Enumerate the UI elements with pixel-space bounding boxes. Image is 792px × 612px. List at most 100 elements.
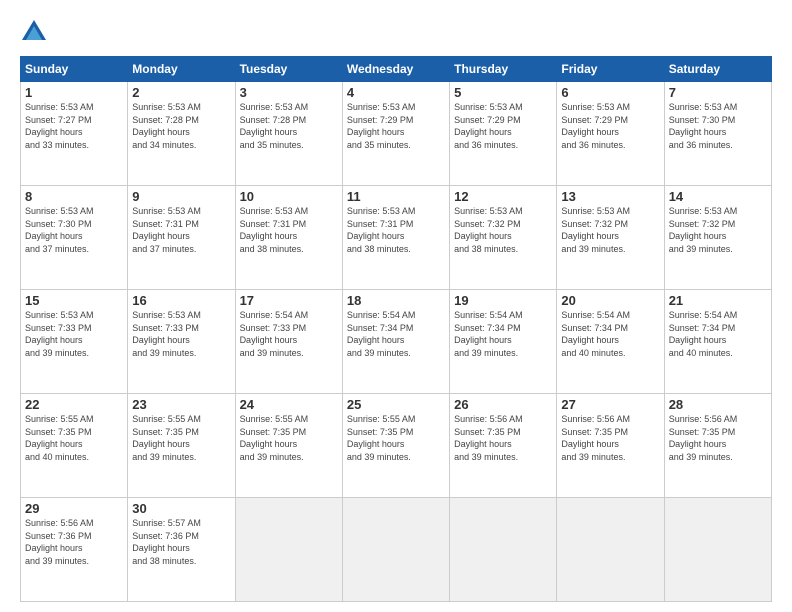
day-number: 5 xyxy=(454,85,552,100)
calendar-cell xyxy=(450,498,557,602)
calendar-cell: 19Sunrise: 5:54 AMSunset: 7:34 PMDayligh… xyxy=(450,290,557,394)
day-number: 7 xyxy=(669,85,767,100)
day-info: Sunrise: 5:57 AMSunset: 7:36 PMDaylight … xyxy=(132,517,230,567)
day-number: 9 xyxy=(132,189,230,204)
calendar-cell: 6Sunrise: 5:53 AMSunset: 7:29 PMDaylight… xyxy=(557,82,664,186)
day-info: Sunrise: 5:53 AMSunset: 7:29 PMDaylight … xyxy=(347,101,445,151)
day-info: Sunrise: 5:54 AMSunset: 7:34 PMDaylight … xyxy=(454,309,552,359)
page: SundayMondayTuesdayWednesdayThursdayFrid… xyxy=(0,0,792,612)
day-info: Sunrise: 5:54 AMSunset: 7:34 PMDaylight … xyxy=(347,309,445,359)
day-number: 4 xyxy=(347,85,445,100)
day-number: 10 xyxy=(240,189,338,204)
calendar-cell: 18Sunrise: 5:54 AMSunset: 7:34 PMDayligh… xyxy=(342,290,449,394)
day-number: 29 xyxy=(25,501,123,516)
day-info: Sunrise: 5:56 AMSunset: 7:36 PMDaylight … xyxy=(25,517,123,567)
logo-icon xyxy=(20,18,48,46)
day-info: Sunrise: 5:55 AMSunset: 7:35 PMDaylight … xyxy=(25,413,123,463)
day-number: 28 xyxy=(669,397,767,412)
calendar-cell: 29Sunrise: 5:56 AMSunset: 7:36 PMDayligh… xyxy=(21,498,128,602)
day-info: Sunrise: 5:53 AMSunset: 7:31 PMDaylight … xyxy=(132,205,230,255)
calendar-cell: 13Sunrise: 5:53 AMSunset: 7:32 PMDayligh… xyxy=(557,186,664,290)
day-info: Sunrise: 5:53 AMSunset: 7:29 PMDaylight … xyxy=(454,101,552,151)
day-info: Sunrise: 5:54 AMSunset: 7:34 PMDaylight … xyxy=(561,309,659,359)
day-info: Sunrise: 5:55 AMSunset: 7:35 PMDaylight … xyxy=(347,413,445,463)
calendar-cell: 24Sunrise: 5:55 AMSunset: 7:35 PMDayligh… xyxy=(235,394,342,498)
calendar-cell: 28Sunrise: 5:56 AMSunset: 7:35 PMDayligh… xyxy=(664,394,771,498)
day-number: 13 xyxy=(561,189,659,204)
day-info: Sunrise: 5:53 AMSunset: 7:33 PMDaylight … xyxy=(25,309,123,359)
calendar-cell: 15Sunrise: 5:53 AMSunset: 7:33 PMDayligh… xyxy=(21,290,128,394)
day-info: Sunrise: 5:53 AMSunset: 7:30 PMDaylight … xyxy=(669,101,767,151)
calendar-header-thursday: Thursday xyxy=(450,57,557,82)
calendar-cell: 26Sunrise: 5:56 AMSunset: 7:35 PMDayligh… xyxy=(450,394,557,498)
calendar-cell: 17Sunrise: 5:54 AMSunset: 7:33 PMDayligh… xyxy=(235,290,342,394)
day-info: Sunrise: 5:56 AMSunset: 7:35 PMDaylight … xyxy=(454,413,552,463)
calendar-cell: 3Sunrise: 5:53 AMSunset: 7:28 PMDaylight… xyxy=(235,82,342,186)
calendar-cell: 21Sunrise: 5:54 AMSunset: 7:34 PMDayligh… xyxy=(664,290,771,394)
calendar-cell: 11Sunrise: 5:53 AMSunset: 7:31 PMDayligh… xyxy=(342,186,449,290)
day-number: 19 xyxy=(454,293,552,308)
day-info: Sunrise: 5:53 AMSunset: 7:28 PMDaylight … xyxy=(240,101,338,151)
day-number: 26 xyxy=(454,397,552,412)
day-number: 2 xyxy=(132,85,230,100)
day-number: 23 xyxy=(132,397,230,412)
day-info: Sunrise: 5:56 AMSunset: 7:35 PMDaylight … xyxy=(561,413,659,463)
calendar-cell: 25Sunrise: 5:55 AMSunset: 7:35 PMDayligh… xyxy=(342,394,449,498)
day-number: 1 xyxy=(25,85,123,100)
calendar-table: SundayMondayTuesdayWednesdayThursdayFrid… xyxy=(20,56,772,602)
day-number: 12 xyxy=(454,189,552,204)
calendar-header-wednesday: Wednesday xyxy=(342,57,449,82)
calendar-cell: 8Sunrise: 5:53 AMSunset: 7:30 PMDaylight… xyxy=(21,186,128,290)
day-info: Sunrise: 5:53 AMSunset: 7:29 PMDaylight … xyxy=(561,101,659,151)
day-info: Sunrise: 5:53 AMSunset: 7:31 PMDaylight … xyxy=(240,205,338,255)
calendar-cell: 27Sunrise: 5:56 AMSunset: 7:35 PMDayligh… xyxy=(557,394,664,498)
calendar-cell: 2Sunrise: 5:53 AMSunset: 7:28 PMDaylight… xyxy=(128,82,235,186)
day-info: Sunrise: 5:55 AMSunset: 7:35 PMDaylight … xyxy=(132,413,230,463)
day-number: 11 xyxy=(347,189,445,204)
day-info: Sunrise: 5:53 AMSunset: 7:28 PMDaylight … xyxy=(132,101,230,151)
day-info: Sunrise: 5:56 AMSunset: 7:35 PMDaylight … xyxy=(669,413,767,463)
calendar-cell: 22Sunrise: 5:55 AMSunset: 7:35 PMDayligh… xyxy=(21,394,128,498)
calendar-cell: 16Sunrise: 5:53 AMSunset: 7:33 PMDayligh… xyxy=(128,290,235,394)
calendar-cell xyxy=(557,498,664,602)
day-number: 15 xyxy=(25,293,123,308)
day-info: Sunrise: 5:53 AMSunset: 7:30 PMDaylight … xyxy=(25,205,123,255)
calendar-cell: 10Sunrise: 5:53 AMSunset: 7:31 PMDayligh… xyxy=(235,186,342,290)
calendar-cell: 20Sunrise: 5:54 AMSunset: 7:34 PMDayligh… xyxy=(557,290,664,394)
calendar-cell xyxy=(664,498,771,602)
day-number: 17 xyxy=(240,293,338,308)
calendar-cell: 14Sunrise: 5:53 AMSunset: 7:32 PMDayligh… xyxy=(664,186,771,290)
day-info: Sunrise: 5:53 AMSunset: 7:32 PMDaylight … xyxy=(561,205,659,255)
day-number: 27 xyxy=(561,397,659,412)
day-info: Sunrise: 5:53 AMSunset: 7:27 PMDaylight … xyxy=(25,101,123,151)
calendar-header-saturday: Saturday xyxy=(664,57,771,82)
day-number: 24 xyxy=(240,397,338,412)
day-number: 16 xyxy=(132,293,230,308)
day-number: 8 xyxy=(25,189,123,204)
header xyxy=(20,18,772,46)
calendar-cell xyxy=(235,498,342,602)
calendar-cell: 5Sunrise: 5:53 AMSunset: 7:29 PMDaylight… xyxy=(450,82,557,186)
day-info: Sunrise: 5:54 AMSunset: 7:34 PMDaylight … xyxy=(669,309,767,359)
calendar-header-monday: Monday xyxy=(128,57,235,82)
calendar-cell: 30Sunrise: 5:57 AMSunset: 7:36 PMDayligh… xyxy=(128,498,235,602)
calendar-cell xyxy=(342,498,449,602)
calendar-cell: 23Sunrise: 5:55 AMSunset: 7:35 PMDayligh… xyxy=(128,394,235,498)
day-number: 30 xyxy=(132,501,230,516)
day-number: 3 xyxy=(240,85,338,100)
day-info: Sunrise: 5:53 AMSunset: 7:33 PMDaylight … xyxy=(132,309,230,359)
day-number: 6 xyxy=(561,85,659,100)
day-number: 18 xyxy=(347,293,445,308)
day-info: Sunrise: 5:53 AMSunset: 7:32 PMDaylight … xyxy=(669,205,767,255)
day-number: 22 xyxy=(25,397,123,412)
day-info: Sunrise: 5:55 AMSunset: 7:35 PMDaylight … xyxy=(240,413,338,463)
day-number: 25 xyxy=(347,397,445,412)
day-number: 14 xyxy=(669,189,767,204)
calendar-cell: 4Sunrise: 5:53 AMSunset: 7:29 PMDaylight… xyxy=(342,82,449,186)
calendar-header-tuesday: Tuesday xyxy=(235,57,342,82)
calendar-cell: 9Sunrise: 5:53 AMSunset: 7:31 PMDaylight… xyxy=(128,186,235,290)
calendar-cell: 7Sunrise: 5:53 AMSunset: 7:30 PMDaylight… xyxy=(664,82,771,186)
calendar-header-friday: Friday xyxy=(557,57,664,82)
day-info: Sunrise: 5:53 AMSunset: 7:31 PMDaylight … xyxy=(347,205,445,255)
calendar-cell: 12Sunrise: 5:53 AMSunset: 7:32 PMDayligh… xyxy=(450,186,557,290)
